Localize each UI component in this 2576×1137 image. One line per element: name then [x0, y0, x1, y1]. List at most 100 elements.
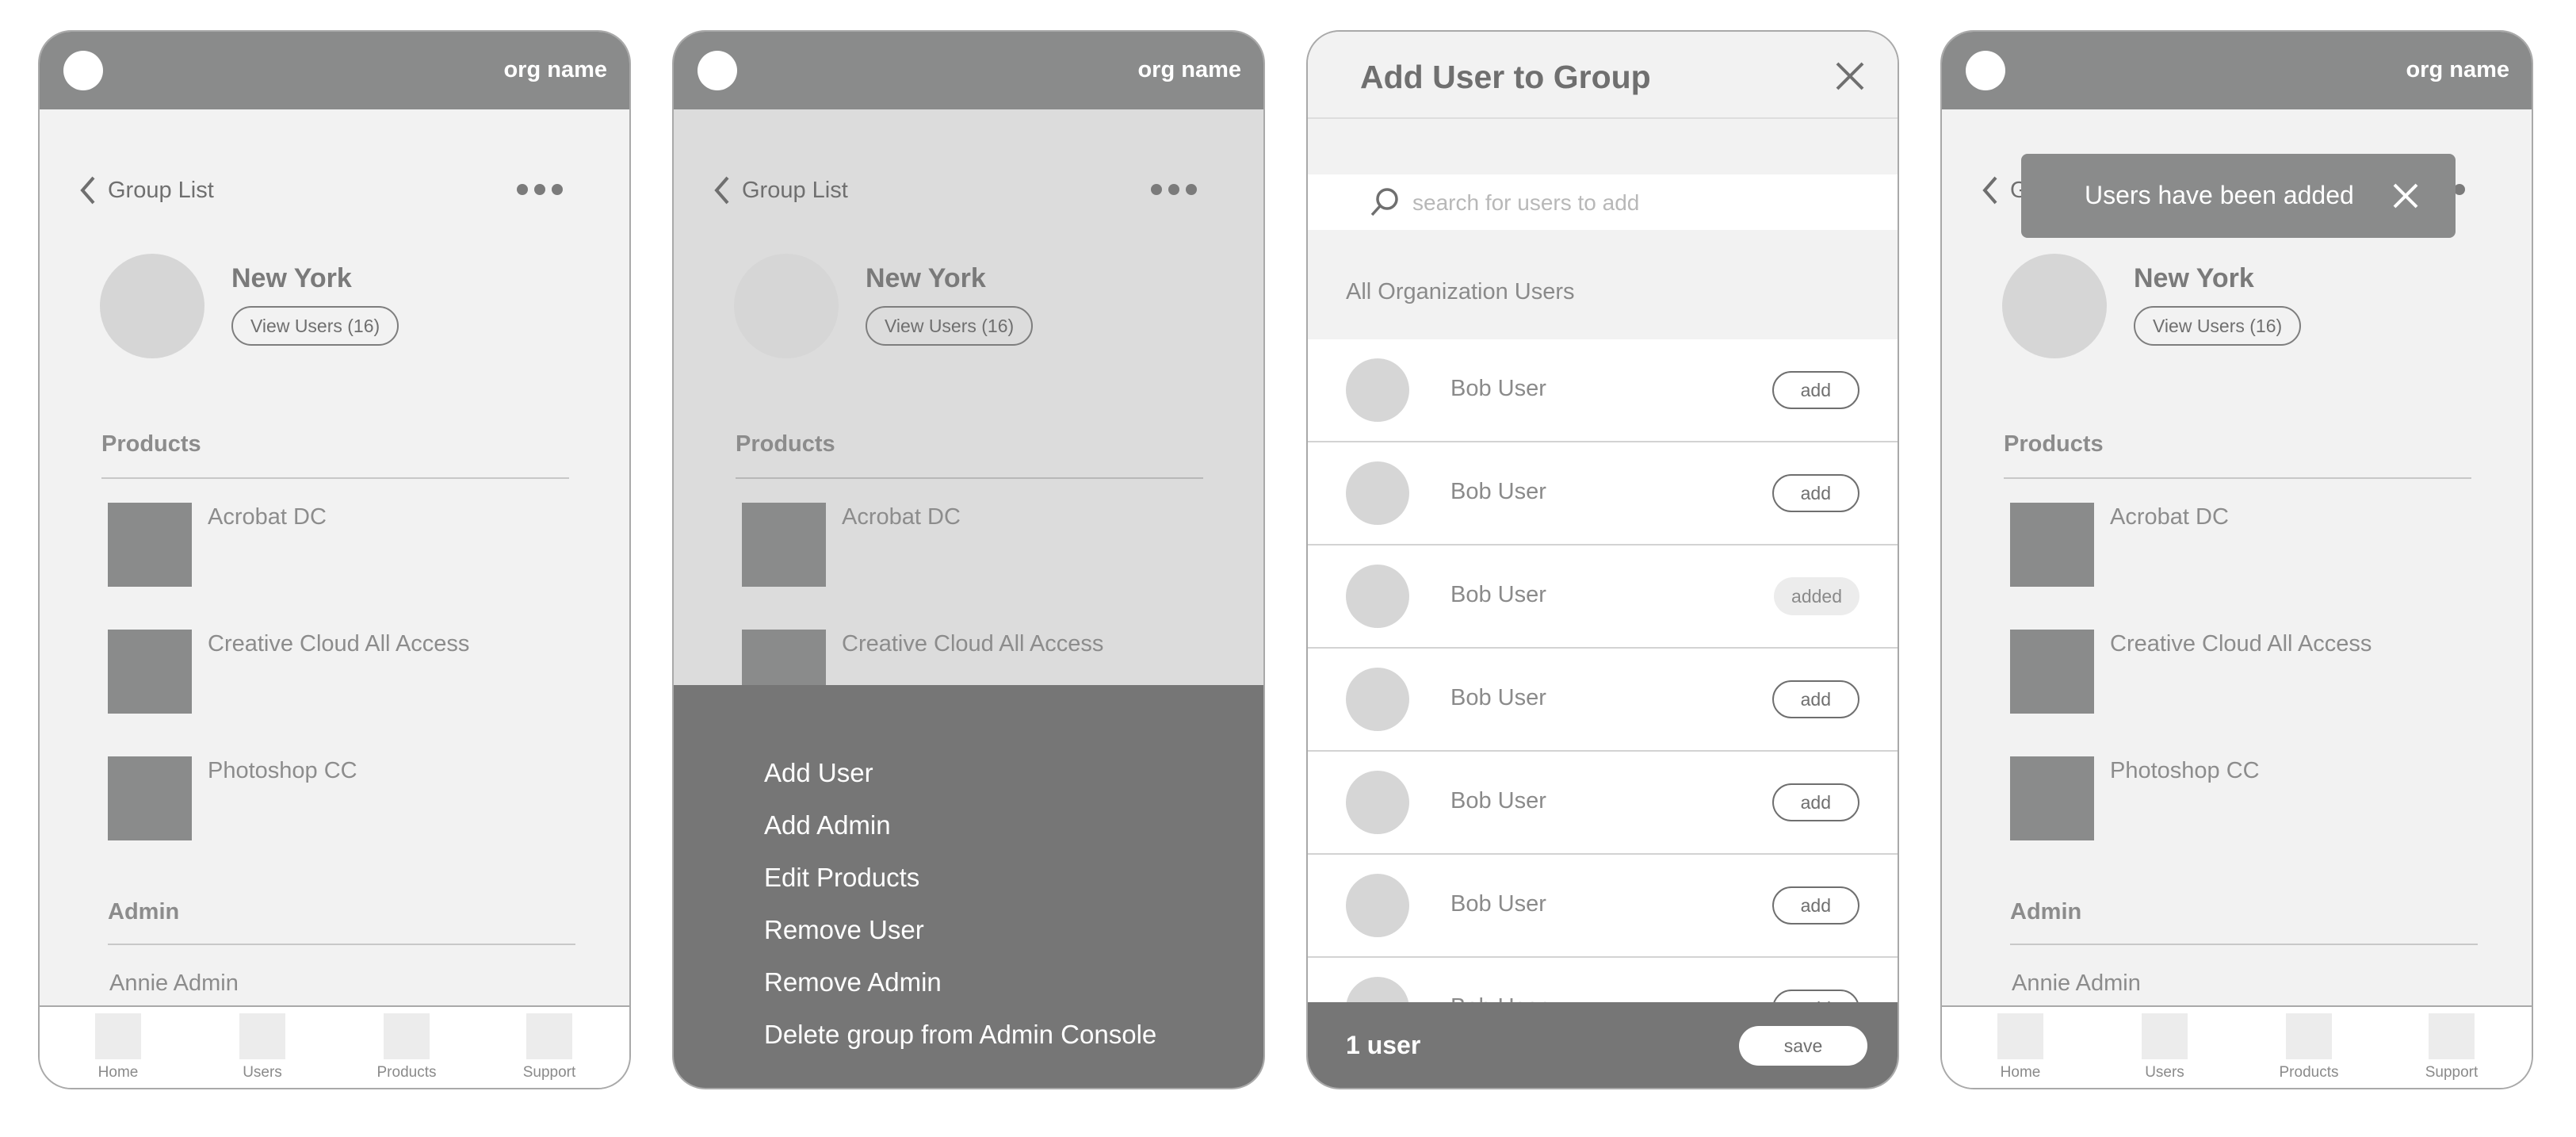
add-user-button[interactable]: add	[1771, 680, 1859, 718]
tab-users[interactable]: Users	[2121, 1013, 2208, 1081]
list-item: Bob User added	[1308, 546, 1898, 649]
tab-home[interactable]: Home	[75, 1013, 162, 1081]
home-icon	[1997, 1013, 2043, 1059]
tab-users[interactable]: Users	[219, 1013, 306, 1081]
org-name: org name	[1137, 57, 1241, 82]
add-user-button[interactable]: add	[1771, 886, 1859, 925]
toast-message: Users have been added	[2085, 181, 2354, 209]
toast-notification: Users have been added	[2021, 154, 2456, 238]
avatar	[1346, 565, 1409, 628]
section-label: All Organization Users	[1346, 279, 1575, 304]
products-divider	[101, 477, 569, 479]
more-options-icon[interactable]	[517, 184, 563, 195]
avatar	[1346, 358, 1409, 422]
support-icon	[526, 1013, 572, 1059]
products-heading: Products	[2004, 431, 2104, 457]
chevron-left-icon	[80, 176, 95, 205]
added-badge[interactable]: added	[1774, 577, 1859, 615]
group-avatar	[100, 254, 204, 358]
save-button[interactable]: save	[1739, 1026, 1867, 1066]
user-name: Bob User	[1450, 788, 1546, 814]
menu-item-remove-user[interactable]: Remove User	[764, 915, 924, 945]
group-detail-confirmation-screen: org name Group List New York View Users …	[1940, 30, 2533, 1089]
modal-header: Add User to Group	[1308, 32, 1898, 119]
product-name[interactable]: Creative Cloud All Access	[208, 631, 469, 657]
close-icon[interactable]	[2392, 182, 2419, 209]
add-user-modal: Add User to Group All Organization Users…	[1306, 30, 1899, 1089]
user-name: Bob User	[1450, 582, 1546, 607]
view-users-button[interactable]: View Users (16)	[2134, 306, 2302, 346]
tab-bar: Home Users Products Support	[1942, 1005, 2532, 1088]
products-divider	[2004, 477, 2471, 479]
selected-count: 1 user	[1346, 1031, 1421, 1059]
tab-home[interactable]: Home	[1977, 1013, 2064, 1081]
home-icon	[95, 1013, 141, 1059]
add-user-button[interactable]: add	[1771, 474, 1859, 512]
menu-item-delete-group[interactable]: Delete group from Admin Console	[764, 1020, 1156, 1050]
search-input[interactable]	[1411, 182, 1858, 224]
list-item: Bob User add	[1308, 442, 1898, 546]
list-item: Bob User add	[1308, 855, 1898, 958]
top-bar: org name	[674, 32, 1263, 109]
product-thumbnail	[108, 756, 192, 840]
product-thumbnail	[2010, 503, 2094, 587]
product-name[interactable]: Acrobat DC	[842, 504, 961, 530]
chevron-left-icon	[1982, 176, 1997, 205]
org-name: org name	[503, 57, 607, 82]
add-user-button[interactable]: add	[1771, 783, 1859, 821]
tab-bar: Home Users Products Support	[40, 1005, 629, 1088]
product-name[interactable]: Acrobat DC	[208, 504, 327, 530]
view-users-button[interactable]: View Users (16)	[231, 306, 399, 346]
products-heading: Products	[736, 431, 835, 457]
tab-support[interactable]: Support	[506, 1013, 593, 1081]
close-icon[interactable]	[1834, 60, 1866, 92]
user-name: Bob User	[1450, 479, 1546, 504]
product-name[interactable]: Photoshop CC	[208, 758, 357, 784]
products-heading: Products	[101, 431, 201, 457]
products-divider	[736, 477, 1203, 479]
tab-products[interactable]: Products	[363, 1013, 450, 1081]
users-icon	[2142, 1013, 2188, 1059]
search-icon	[1370, 188, 1398, 216]
view-users-button[interactable]: View Users (16)	[866, 306, 1034, 346]
group-avatar	[734, 254, 839, 358]
back-label: Group List	[108, 177, 214, 203]
back-button[interactable]: Group List	[710, 174, 848, 206]
tab-products[interactable]: Products	[2265, 1013, 2352, 1081]
product-name[interactable]: Acrobat DC	[2110, 504, 2229, 530]
admin-heading: Admin	[108, 899, 180, 925]
list-item: Bob User add	[1308, 752, 1898, 855]
modal-footer: 1 user save	[1308, 1002, 1898, 1088]
avatar	[1346, 668, 1409, 731]
product-thumbnail	[108, 630, 192, 714]
top-bar: org name	[40, 32, 629, 109]
back-button[interactable]: Group List	[76, 174, 214, 206]
user-name: Bob User	[1450, 376, 1546, 401]
admin-heading: Admin	[2010, 899, 2082, 925]
group-name: New York	[2134, 263, 2254, 293]
product-name[interactable]: Creative Cloud All Access	[842, 631, 1103, 657]
product-name[interactable]: Photoshop CC	[2110, 758, 2260, 784]
more-options-icon[interactable]	[1151, 184, 1197, 195]
menu-item-edit-products[interactable]: Edit Products	[764, 863, 919, 893]
group-actions-screen: org name Group List New York View Users …	[672, 30, 1265, 1089]
admin-name[interactable]: Annie Admin	[109, 970, 239, 997]
search-bar	[1308, 174, 1898, 230]
admin-name[interactable]: Annie Admin	[2012, 970, 2141, 997]
tab-support[interactable]: Support	[2408, 1013, 2495, 1081]
org-logo-icon	[1966, 51, 2005, 90]
products-icon	[2286, 1013, 2332, 1059]
product-thumbnail	[108, 503, 192, 587]
menu-item-add-user[interactable]: Add User	[764, 758, 873, 788]
list-item: Bob User add	[1308, 339, 1898, 442]
group-name: New York	[231, 263, 352, 293]
product-name[interactable]: Creative Cloud All Access	[2110, 631, 2372, 657]
menu-item-remove-admin[interactable]: Remove Admin	[764, 967, 942, 997]
chevron-left-icon	[714, 176, 729, 205]
users-icon	[239, 1013, 285, 1059]
product-thumbnail	[2010, 756, 2094, 840]
action-menu: Add User Add Admin Edit Products Remove …	[674, 685, 1263, 1088]
add-user-button[interactable]: add	[1771, 371, 1859, 409]
modal-title: Add User to Group	[1360, 59, 1651, 95]
menu-item-add-admin[interactable]: Add Admin	[764, 810, 891, 840]
